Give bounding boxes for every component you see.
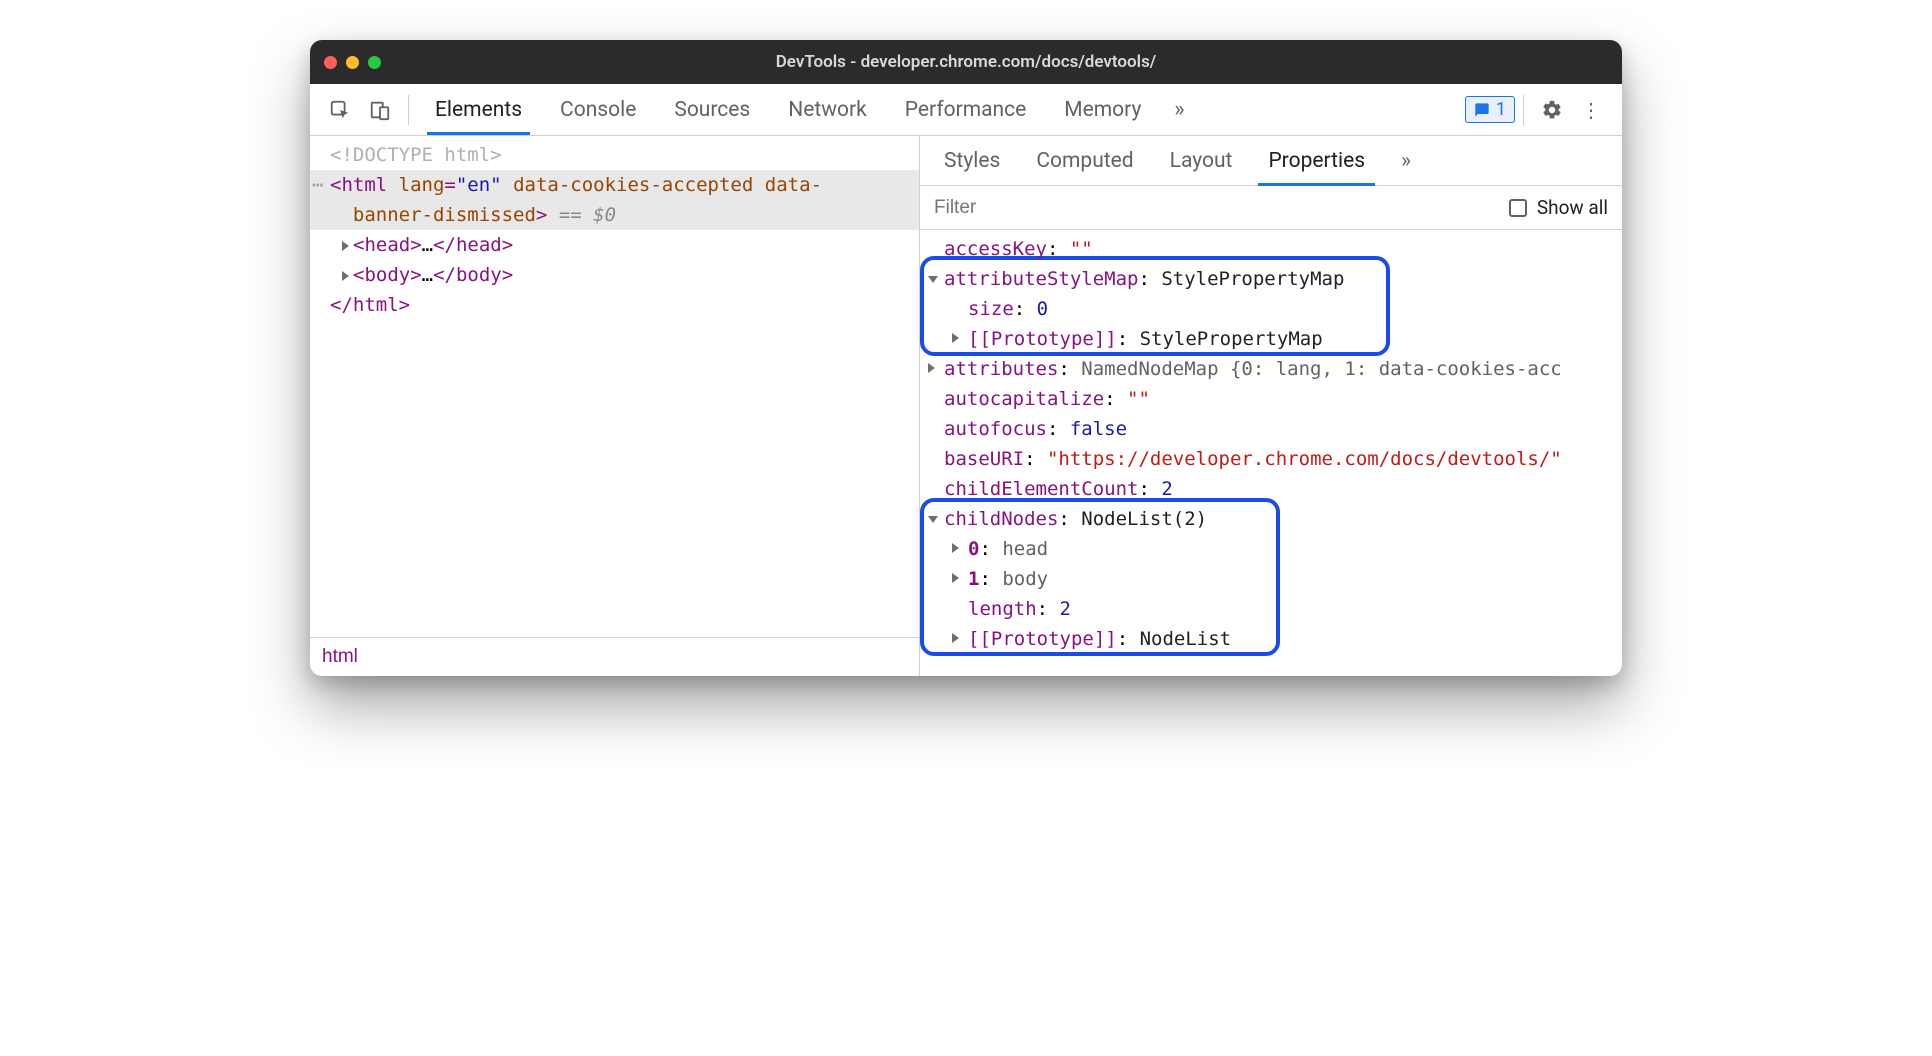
- window-title: DevTools - developer.chrome.com/docs/dev…: [310, 52, 1622, 72]
- property-row[interactable]: length: 2: [924, 594, 1622, 624]
- inspect-element-icon[interactable]: [320, 90, 360, 130]
- property-key: baseURI: [944, 448, 1024, 470]
- issues-button[interactable]: 1: [1465, 96, 1515, 123]
- dom-body-element[interactable]: <body>…</body>: [310, 260, 919, 290]
- property-value: body: [1002, 568, 1048, 590]
- property-key: accessKey: [944, 238, 1047, 260]
- property-value: false: [1070, 418, 1127, 440]
- property-value: 2: [1161, 478, 1172, 500]
- show-all-label: Show all: [1537, 196, 1608, 219]
- property-row[interactable]: [[Prototype]]: NodeList: [924, 624, 1622, 654]
- property-value: NodeList(2): [1081, 508, 1207, 530]
- property-value: NamedNodeMap {0: lang, 1: data-cookies-a…: [1081, 358, 1561, 380]
- property-value: NodeList: [1140, 628, 1232, 650]
- property-row[interactable]: [[Prototype]]: StylePropertyMap: [924, 324, 1622, 354]
- property-row[interactable]: 0: head: [924, 534, 1622, 564]
- property-value: "https://developer.chrome.com/docs/devto…: [1047, 448, 1562, 470]
- property-value: 0: [1037, 298, 1048, 320]
- expand-icon[interactable]: [928, 516, 938, 523]
- property-row[interactable]: attributes: NamedNodeMap {0: lang, 1: da…: [924, 354, 1622, 384]
- main-tab-sources[interactable]: Sources: [656, 84, 768, 135]
- dom-head-element[interactable]: <head>…</head>: [310, 230, 919, 260]
- property-row[interactable]: 1: body: [924, 564, 1622, 594]
- property-row[interactable]: attributeStyleMap: StylePropertyMap: [924, 264, 1622, 294]
- expand-icon[interactable]: [342, 271, 349, 281]
- settings-icon[interactable]: [1532, 90, 1572, 130]
- sidebar-tab-styles[interactable]: Styles: [928, 136, 1016, 185]
- more-sidebar-tabs-icon[interactable]: »: [1385, 136, 1427, 185]
- expand-icon[interactable]: [342, 241, 349, 251]
- property-key: 1: [968, 568, 979, 590]
- properties-list[interactable]: accessKey: ""attributeStyleMap: StylePro…: [920, 230, 1622, 676]
- titlebar: DevTools - developer.chrome.com/docs/dev…: [310, 40, 1622, 84]
- property-row[interactable]: accessKey: "": [924, 234, 1622, 264]
- property-value: 2: [1060, 598, 1071, 620]
- property-key: childElementCount: [944, 478, 1138, 500]
- device-toolbar-icon[interactable]: [360, 90, 400, 130]
- property-row[interactable]: baseURI: "https://developer.chrome.com/d…: [924, 444, 1622, 474]
- sidebar-tab-computed[interactable]: Computed: [1020, 136, 1149, 185]
- property-value: head: [1002, 538, 1048, 560]
- property-value: StylePropertyMap: [1140, 328, 1323, 350]
- more-tabs-icon[interactable]: »: [1159, 90, 1199, 130]
- property-key: attributeStyleMap: [944, 268, 1138, 290]
- property-key: length: [968, 598, 1037, 620]
- sidebar-tab-properties[interactable]: Properties: [1252, 136, 1381, 185]
- property-key: [[Prototype]]: [968, 628, 1117, 650]
- property-key: [[Prototype]]: [968, 328, 1117, 350]
- property-key: autocapitalize: [944, 388, 1104, 410]
- expand-icon[interactable]: [928, 276, 938, 283]
- dom-doctype[interactable]: <!DOCTYPE html>: [310, 140, 919, 170]
- property-row[interactable]: autocapitalize: "": [924, 384, 1622, 414]
- property-row[interactable]: size: 0: [924, 294, 1622, 324]
- expand-icon[interactable]: [928, 363, 935, 373]
- minimize-window-button[interactable]: [346, 56, 359, 69]
- close-window-button[interactable]: [324, 56, 337, 69]
- property-row[interactable]: autofocus: false: [924, 414, 1622, 444]
- main-tab-elements[interactable]: Elements: [417, 84, 540, 135]
- dom-html-close: </html>: [310, 290, 919, 320]
- issues-count: 1: [1496, 99, 1506, 120]
- property-key: size: [968, 298, 1014, 320]
- property-key: autofocus: [944, 418, 1047, 440]
- main-toolbar: ElementsConsoleSourcesNetworkPerformance…: [310, 84, 1622, 136]
- show-all-checkbox[interactable]: [1509, 199, 1527, 217]
- property-key: 0: [968, 538, 979, 560]
- kebab-menu-icon[interactable]: ⋮: [1572, 90, 1612, 130]
- elements-panel: <!DOCTYPE html> ⋯ <html lang="en" data-c…: [310, 136, 920, 676]
- main-tab-console[interactable]: Console: [542, 84, 654, 135]
- expand-icon[interactable]: [952, 333, 959, 343]
- dom-html-element[interactable]: ⋯ <html lang="en" data-cookies-accepted …: [310, 170, 919, 230]
- traffic-lights: [324, 56, 381, 69]
- property-row[interactable]: childNodes: NodeList(2): [924, 504, 1622, 534]
- expand-icon[interactable]: [952, 633, 959, 643]
- filter-input[interactable]: [934, 197, 1509, 219]
- devtools-window: DevTools - developer.chrome.com/docs/dev…: [310, 40, 1622, 676]
- property-value: StylePropertyMap: [1161, 268, 1344, 290]
- toolbar-divider: [408, 95, 409, 125]
- zoom-window-button[interactable]: [368, 56, 381, 69]
- property-value: "": [1070, 238, 1093, 260]
- content-area: <!DOCTYPE html> ⋯ <html lang="en" data-c…: [310, 136, 1622, 676]
- property-key: attributes: [944, 358, 1058, 380]
- breadcrumb[interactable]: html: [310, 637, 919, 676]
- sidebar-tabs: StylesComputedLayoutProperties»: [920, 136, 1622, 186]
- overflow-ellipsis-icon: ⋯: [312, 170, 323, 200]
- sidebar-panel: StylesComputedLayoutProperties» Show all…: [920, 136, 1622, 676]
- property-value: "": [1127, 388, 1150, 410]
- expand-icon[interactable]: [952, 573, 959, 583]
- main-tabs: ElementsConsoleSourcesNetworkPerformance…: [417, 84, 1159, 135]
- main-tab-performance[interactable]: Performance: [887, 84, 1044, 135]
- expand-icon[interactable]: [952, 543, 959, 553]
- property-key: childNodes: [944, 508, 1058, 530]
- filter-row: Show all: [920, 186, 1622, 230]
- sidebar-tab-layout[interactable]: Layout: [1154, 136, 1249, 185]
- property-row[interactable]: childElementCount: 2: [924, 474, 1622, 504]
- main-tab-memory[interactable]: Memory: [1046, 84, 1159, 135]
- dom-tree[interactable]: <!DOCTYPE html> ⋯ <html lang="en" data-c…: [310, 136, 919, 637]
- main-tab-network[interactable]: Network: [770, 84, 885, 135]
- toolbar-divider-2: [1523, 95, 1524, 125]
